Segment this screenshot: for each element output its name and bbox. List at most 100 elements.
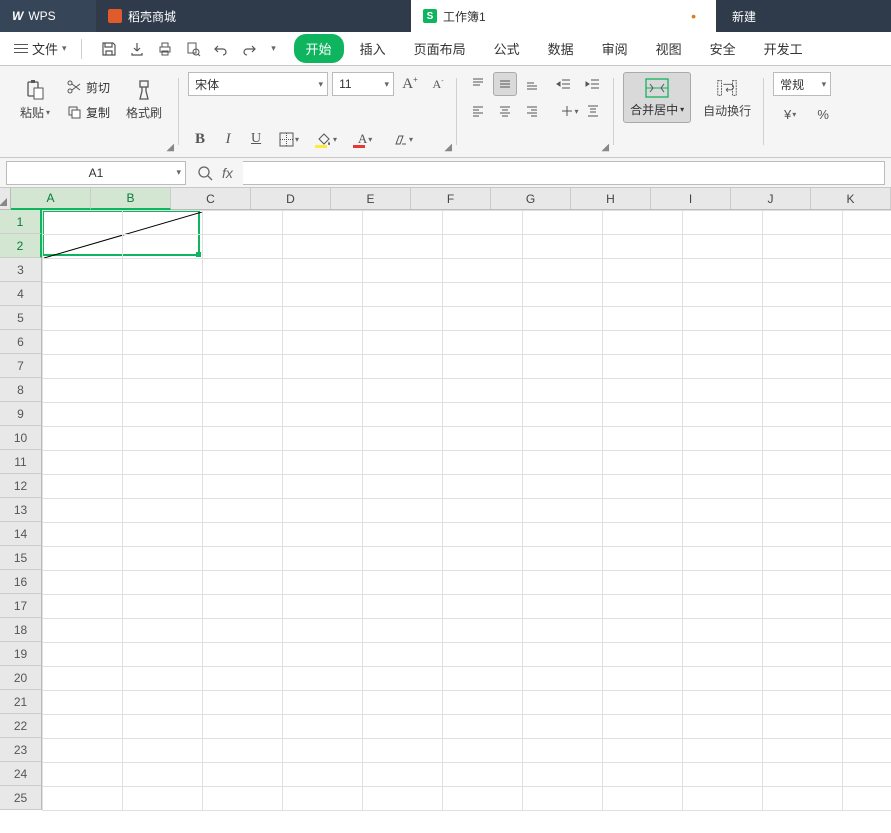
row-header[interactable]: 19 xyxy=(0,642,41,666)
percent-button[interactable]: % xyxy=(811,102,835,126)
paste-button[interactable]: 粘贴▾ xyxy=(14,74,56,125)
align-center-button[interactable] xyxy=(493,99,517,123)
currency-button[interactable]: ¥▾ xyxy=(773,102,807,126)
copy-button[interactable]: 复制 xyxy=(62,102,114,123)
app-tab-mall[interactable]: 稻壳商城 xyxy=(96,0,411,32)
row-header[interactable]: 15 xyxy=(0,546,41,570)
row-header[interactable]: 4 xyxy=(0,282,41,306)
export-button[interactable] xyxy=(126,38,148,60)
app-tab-new[interactable]: 新建 xyxy=(716,0,772,32)
row-header[interactable]: 25 xyxy=(0,786,41,810)
qat-more-button[interactable]: ▾ xyxy=(266,38,282,60)
wrap-text-button[interactable]: 自动换行 xyxy=(697,72,757,123)
redo-button[interactable] xyxy=(238,38,260,60)
row-header[interactable]: 20 xyxy=(0,666,41,690)
row-header[interactable]: 5 xyxy=(0,306,41,330)
clear-format-button[interactable]: ▾ xyxy=(386,127,420,151)
decrease-indent-button[interactable] xyxy=(552,72,576,96)
increase-indent-button[interactable] xyxy=(581,72,605,96)
col-header[interactable]: H xyxy=(571,188,651,209)
format-painter-button[interactable]: 格式刷 xyxy=(120,74,168,125)
col-header[interactable]: K xyxy=(811,188,891,209)
zoom-to-selection-icon[interactable] xyxy=(196,164,214,182)
row-header[interactable]: 6 xyxy=(0,330,41,354)
tab-formula[interactable]: 公式 xyxy=(482,34,532,63)
select-all-corner[interactable] xyxy=(0,188,11,209)
align-left-button[interactable] xyxy=(466,99,490,123)
font-name-combo[interactable]: 宋体 ▾ xyxy=(188,72,328,96)
tab-review[interactable]: 审阅 xyxy=(590,34,640,63)
italic-button[interactable]: I xyxy=(216,127,240,151)
col-header[interactable]: A xyxy=(11,188,91,210)
col-header[interactable]: C xyxy=(171,188,251,209)
bold-button[interactable]: B xyxy=(188,127,212,151)
number-format-combo[interactable]: 常规 ▾ xyxy=(773,72,831,96)
print-preview-button[interactable] xyxy=(182,38,204,60)
row-header[interactable]: 1 xyxy=(0,210,42,234)
increase-font-button[interactable]: A+ xyxy=(398,72,422,96)
font-size-combo[interactable]: 11 ▾ xyxy=(332,72,394,96)
row-header[interactable]: 12 xyxy=(0,474,41,498)
cut-button[interactable]: 剪切 xyxy=(62,77,114,98)
fill-color-button[interactable]: ▾ xyxy=(310,127,344,151)
col-header[interactable]: E xyxy=(331,188,411,209)
col-header[interactable]: F xyxy=(411,188,491,209)
row-header[interactable]: 17 xyxy=(0,594,41,618)
group-merge: 合并居中▾ 自动换行 xyxy=(617,70,761,153)
row-header[interactable]: 16 xyxy=(0,570,41,594)
distribute-button[interactable] xyxy=(581,99,605,123)
row-header[interactable]: 10 xyxy=(0,426,41,450)
wrap-label: 自动换行 xyxy=(703,102,751,119)
undo-button[interactable] xyxy=(210,38,232,60)
app-tab-wps[interactable]: W WPS xyxy=(0,0,96,32)
tab-view[interactable]: 视图 xyxy=(644,34,694,63)
col-header[interactable]: B xyxy=(91,188,171,210)
tab-pagelayout[interactable]: 页面布局 xyxy=(402,34,478,63)
align-top-button[interactable] xyxy=(466,72,490,96)
row-header[interactable]: 14 xyxy=(0,522,41,546)
cells-area[interactable] xyxy=(42,210,891,810)
col-header[interactable]: G xyxy=(491,188,571,209)
font-color-button[interactable]: A▾ xyxy=(348,127,382,151)
align-right-button[interactable] xyxy=(520,99,544,123)
tab-security[interactable]: 安全 xyxy=(698,34,748,63)
copy-label: 复制 xyxy=(86,104,110,121)
fx-label[interactable]: fx xyxy=(222,165,233,181)
print-button[interactable] xyxy=(154,38,176,60)
row-header[interactable]: 22 xyxy=(0,714,41,738)
col-header[interactable]: J xyxy=(731,188,811,209)
app-tab-document[interactable]: S 工作簿1 • xyxy=(411,0,716,32)
row-header[interactable]: 3 xyxy=(0,258,41,282)
row-header[interactable]: 23 xyxy=(0,738,41,762)
group-launcher-icon[interactable]: ◢ xyxy=(166,142,174,153)
align-bottom-button[interactable] xyxy=(520,72,544,96)
row-header[interactable]: 11 xyxy=(0,450,41,474)
formula-input[interactable] xyxy=(243,161,885,185)
merge-center-button[interactable]: 合并居中▾ xyxy=(623,72,691,123)
group-clipboard: 粘贴▾ 剪切 复制 格式刷 ◢ xyxy=(8,70,176,153)
row-header[interactable]: 18 xyxy=(0,618,41,642)
tab-developer[interactable]: 开发工 xyxy=(752,34,815,63)
row-header[interactable]: 2 xyxy=(0,234,42,258)
row-header[interactable]: 13 xyxy=(0,498,41,522)
row-header[interactable]: 21 xyxy=(0,690,41,714)
col-header[interactable]: D xyxy=(251,188,331,209)
decrease-font-button[interactable]: A- xyxy=(426,72,450,96)
border-button[interactable]: ▾ xyxy=(272,127,306,151)
row-header[interactable]: 9 xyxy=(0,402,41,426)
row-header[interactable]: 8 xyxy=(0,378,41,402)
align-middle-button[interactable] xyxy=(493,72,517,96)
spreadsheet-icon: S xyxy=(423,9,437,23)
group-launcher-icon[interactable]: ◢ xyxy=(444,142,452,153)
row-header[interactable]: 7 xyxy=(0,354,41,378)
col-header[interactable]: I xyxy=(651,188,731,209)
tab-insert[interactable]: 插入 xyxy=(348,34,398,63)
save-button[interactable] xyxy=(98,38,120,60)
tab-data[interactable]: 数据 xyxy=(536,34,586,63)
file-menu-button[interactable]: 文件 ▾ xyxy=(8,35,73,62)
row-header[interactable]: 24 xyxy=(0,762,41,786)
group-launcher-icon[interactable]: ◢ xyxy=(601,142,609,153)
tab-start[interactable]: 开始 xyxy=(294,34,344,63)
name-box[interactable]: A1 ▾ xyxy=(6,161,186,185)
underline-button[interactable]: U xyxy=(244,127,268,151)
